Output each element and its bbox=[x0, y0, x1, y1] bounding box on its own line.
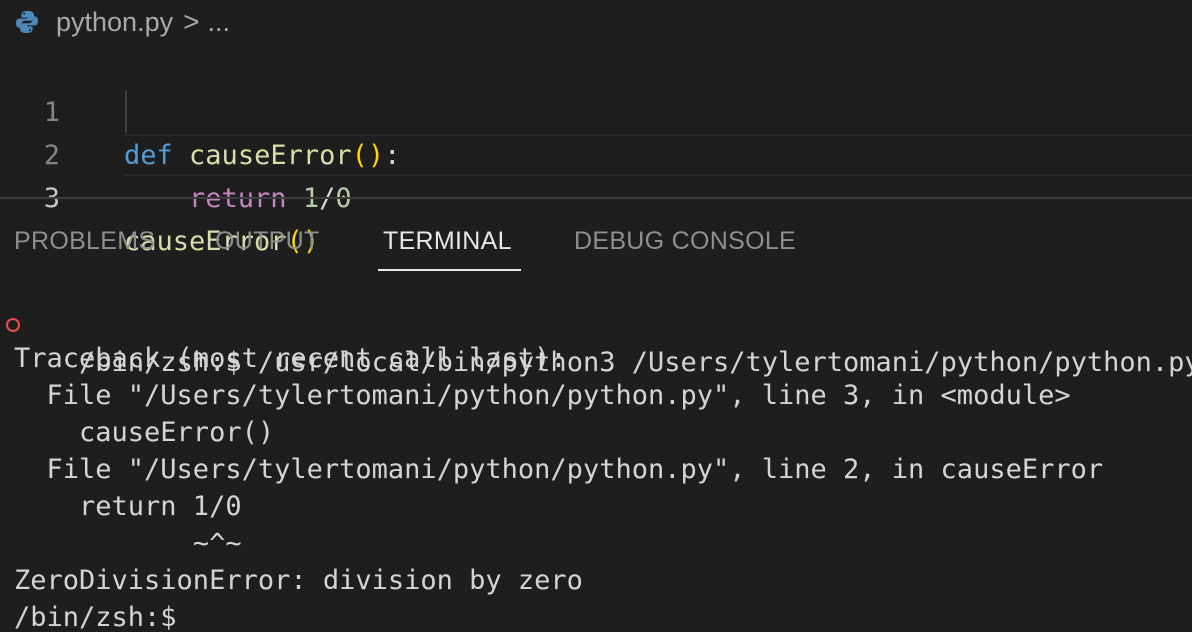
breadcrumb-separator-icon: > bbox=[183, 6, 200, 37]
panel-divider[interactable] bbox=[0, 197, 1192, 199]
breadcrumb-file[interactable]: python.py bbox=[56, 7, 173, 38]
code-line[interactable]: 3 causeError() bbox=[0, 134, 1192, 257]
code-line[interactable]: 1 def causeError(): bbox=[0, 48, 1192, 171]
terminal-prompt[interactable]: /bin/zsh:$ bbox=[14, 599, 177, 632]
tab-debug-console[interactable]: DEBUG CONSOLE bbox=[574, 227, 796, 256]
python-file-icon bbox=[16, 11, 38, 33]
code-editor[interactable]: 1 def causeError(): 2 return 1/0 3 cause… bbox=[0, 48, 1192, 257]
terminal-line: File "/Users/tylertomani/python/python.p… bbox=[14, 380, 1071, 411]
terminal-line: File "/Users/tylertomani/python/python.p… bbox=[14, 454, 1104, 485]
terminal-line: Traceback (most recent call last): bbox=[14, 343, 567, 374]
tab-terminal[interactable]: TERMINAL bbox=[383, 227, 512, 256]
terminal-output[interactable]: /bin/zsh:$ /usr/local/bin/python3 /Users… bbox=[0, 302, 1192, 632]
terminal-line: ZeroDivisionError: division by zero bbox=[14, 565, 583, 596]
tab-output[interactable]: OUTPUT bbox=[215, 227, 320, 256]
command-failed-icon[interactable] bbox=[6, 318, 20, 332]
breadcrumb-more[interactable]: ... bbox=[207, 7, 230, 38]
terminal-line: return 1/0 bbox=[14, 491, 242, 522]
panel-tab-bar: PROBLEMS OUTPUT TERMINAL DEBUG CONSOLE bbox=[0, 215, 1192, 273]
breadcrumb: python.py > ... bbox=[0, 0, 1192, 44]
terminal-line: /bin/zsh:$ /usr/local/bin/python3 /Users… bbox=[6, 307, 1192, 378]
tab-problems[interactable]: PROBLEMS bbox=[14, 227, 155, 256]
terminal-line: causeError() bbox=[14, 417, 275, 448]
code-line[interactable]: 2 return 1/0 bbox=[0, 91, 1192, 214]
terminal-line: ~^~ bbox=[14, 528, 242, 559]
active-tab-indicator bbox=[378, 269, 521, 271]
